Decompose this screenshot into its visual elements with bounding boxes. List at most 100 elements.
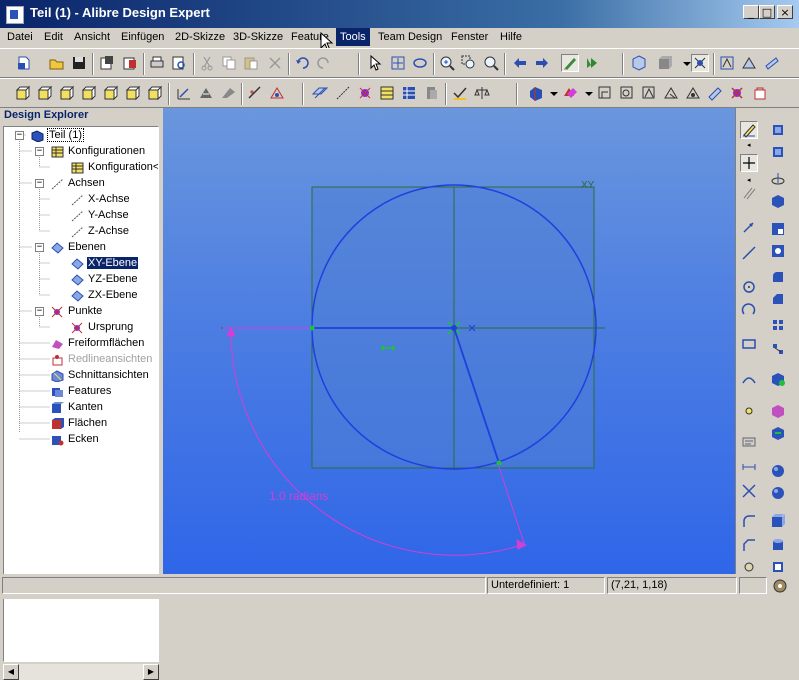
ref-plane-icon[interactable] <box>311 84 329 102</box>
ref-point-icon[interactable] <box>356 84 374 102</box>
parameters-icon[interactable] <box>378 84 396 102</box>
material-icon[interactable] <box>527 84 545 102</box>
constraint-tool-5-icon[interactable] <box>684 84 702 102</box>
ellipsoid-tool-icon[interactable] <box>769 484 787 502</box>
menu-3d-skizze[interactable]: 3D-Skizze <box>232 30 284 44</box>
tree-item-ecken[interactable]: Ecken <box>51 432 100 447</box>
revolve-boss-icon[interactable] <box>36 84 54 102</box>
tree-item-ursprung[interactable]: Ursprung <box>71 320 134 335</box>
save-icon[interactable] <box>70 54 88 72</box>
maximize-button[interactable]: □ <box>759 5 775 19</box>
extrude-tool-icon[interactable] <box>769 121 787 139</box>
print-preview-icon[interactable] <box>170 54 188 72</box>
tree-item-x-achse[interactable]: X-Achse <box>71 192 131 207</box>
combine-tool-icon[interactable] <box>769 424 787 442</box>
chamfer-icon[interactable] <box>197 84 215 102</box>
revolve-axis-icon[interactable] <box>769 170 787 188</box>
crosshair-tool-icon[interactable] <box>740 154 758 172</box>
trim-tool-icon[interactable] <box>740 482 758 500</box>
menu-team-design[interactable]: Team Design <box>377 30 443 44</box>
constraint-tool-6-icon[interactable] <box>706 84 724 102</box>
shaded-view-icon[interactable] <box>656 54 674 72</box>
open-folder-icon[interactable] <box>48 54 66 72</box>
chamfer-sketch-icon[interactable] <box>740 536 758 554</box>
tree-item-teil[interactable]: Teil (1) <box>31 128 85 143</box>
pocket-tool-icon[interactable] <box>769 220 787 238</box>
sketch-point-left[interactable] <box>309 325 315 331</box>
exit-sketch-icon[interactable] <box>583 54 601 72</box>
mass-properties-icon[interactable] <box>473 84 491 102</box>
boss-tool-icon[interactable] <box>769 192 787 210</box>
constraint-tool-4-icon[interactable] <box>662 84 680 102</box>
ref-axis-icon[interactable] <box>334 84 352 102</box>
tree-item-flaechen[interactable]: Flächen <box>51 416 108 431</box>
tree-item-y-achse[interactable]: Y-Achse <box>71 208 130 223</box>
tree-item-zx-ebene[interactable]: ZX-Ebene <box>71 288 139 303</box>
collapse-teil[interactable]: − <box>15 131 24 140</box>
hole-icon[interactable] <box>246 84 264 102</box>
spline-tool-icon[interactable] <box>740 370 758 388</box>
tree-item-punkte[interactable]: Punkte <box>51 304 103 319</box>
thread-icon[interactable] <box>268 84 286 102</box>
sphere-tool-icon[interactable] <box>769 462 787 480</box>
tree-item-konfigurationen[interactable]: Konfigurationen <box>51 144 146 159</box>
check-icon[interactable] <box>451 84 469 102</box>
print-icon[interactable] <box>148 54 166 72</box>
appearance-icon[interactable] <box>561 84 579 102</box>
select-arrow-icon[interactable] <box>366 54 384 72</box>
extrude-boss-icon[interactable] <box>14 84 32 102</box>
shell-icon[interactable] <box>146 84 164 102</box>
zoom-fit-icon[interactable] <box>482 54 500 72</box>
display-mode-icon[interactable] <box>691 54 709 72</box>
angle-dimension-label[interactable]: 1.0 radians <box>269 489 328 503</box>
menu-tools[interactable]: Tools <box>336 28 370 46</box>
fillet-sketch-icon[interactable] <box>740 512 758 530</box>
expand-arrow-icon[interactable]: ◂ <box>747 141 751 149</box>
expand-arrow-icon[interactable]: ◂ <box>747 176 751 184</box>
undo-icon[interactable] <box>293 54 311 72</box>
cut-extrude-icon[interactable] <box>102 84 120 102</box>
cut-revolve-icon[interactable] <box>124 84 142 102</box>
sweep-boss-icon[interactable] <box>58 84 76 102</box>
zoom-window-icon[interactable] <box>460 54 478 72</box>
parallel-lines-icon[interactable] <box>740 184 758 202</box>
hole-tool-icon[interactable] <box>769 242 787 260</box>
minimize-button[interactable]: _ <box>743 5 759 19</box>
revolve-tool-icon[interactable] <box>769 143 787 161</box>
box-tool-icon[interactable] <box>769 512 787 530</box>
gear-icon[interactable] <box>772 578 788 594</box>
delete-icon[interactable] <box>266 54 284 72</box>
tree-item-xy-ebene[interactable]: XY-Ebene <box>71 256 139 271</box>
constraint-tool-3-icon[interactable] <box>640 84 658 102</box>
menu-ansicht[interactable]: Ansicht <box>73 30 111 44</box>
pattern-tool-icon[interactable] <box>769 316 787 334</box>
dimension-tool-icon[interactable] <box>740 458 758 476</box>
mirror-feature-icon[interactable] <box>769 370 787 388</box>
sketch-mode-icon[interactable] <box>561 54 579 72</box>
line-arrow-icon[interactable] <box>740 218 758 236</box>
tree-item-z-achse[interactable]: Z-Achse <box>71 224 130 239</box>
split-tool-icon[interactable] <box>769 402 787 420</box>
fillet-tool-icon[interactable] <box>769 268 787 286</box>
tree-item-achsen[interactable]: Achsen <box>51 176 106 191</box>
tree-item-konfiguration[interactable]: Konfiguration< <box>71 160 158 175</box>
zoom-in-icon[interactable] <box>438 54 456 72</box>
constraint-tool-8-icon[interactable] <box>751 84 769 102</box>
arc-tool-icon[interactable] <box>740 302 758 320</box>
sketch-point-bottom[interactable] <box>496 460 502 466</box>
collapse-ebenen[interactable]: − <box>35 243 44 252</box>
circle-tool-icon[interactable] <box>740 278 758 296</box>
linear-pattern-icon[interactable] <box>769 340 787 358</box>
share-icon[interactable] <box>121 54 139 72</box>
cylinder-tool-icon[interactable] <box>769 536 787 554</box>
menu-fenster[interactable]: Fenster <box>450 30 489 44</box>
close-button[interactable]: × <box>777 5 793 19</box>
tree-item-yz-ebene[interactable]: YZ-Ebene <box>71 272 139 287</box>
forward-arrow-icon[interactable] <box>533 54 551 72</box>
rotate-icon[interactable] <box>411 54 429 72</box>
back-arrow-icon[interactable] <box>511 54 529 72</box>
chamfer-tool-icon[interactable] <box>769 290 787 308</box>
constraint-tool-1-icon[interactable] <box>596 84 614 102</box>
redo-icon[interactable] <box>315 54 333 72</box>
draft-icon[interactable] <box>219 84 237 102</box>
